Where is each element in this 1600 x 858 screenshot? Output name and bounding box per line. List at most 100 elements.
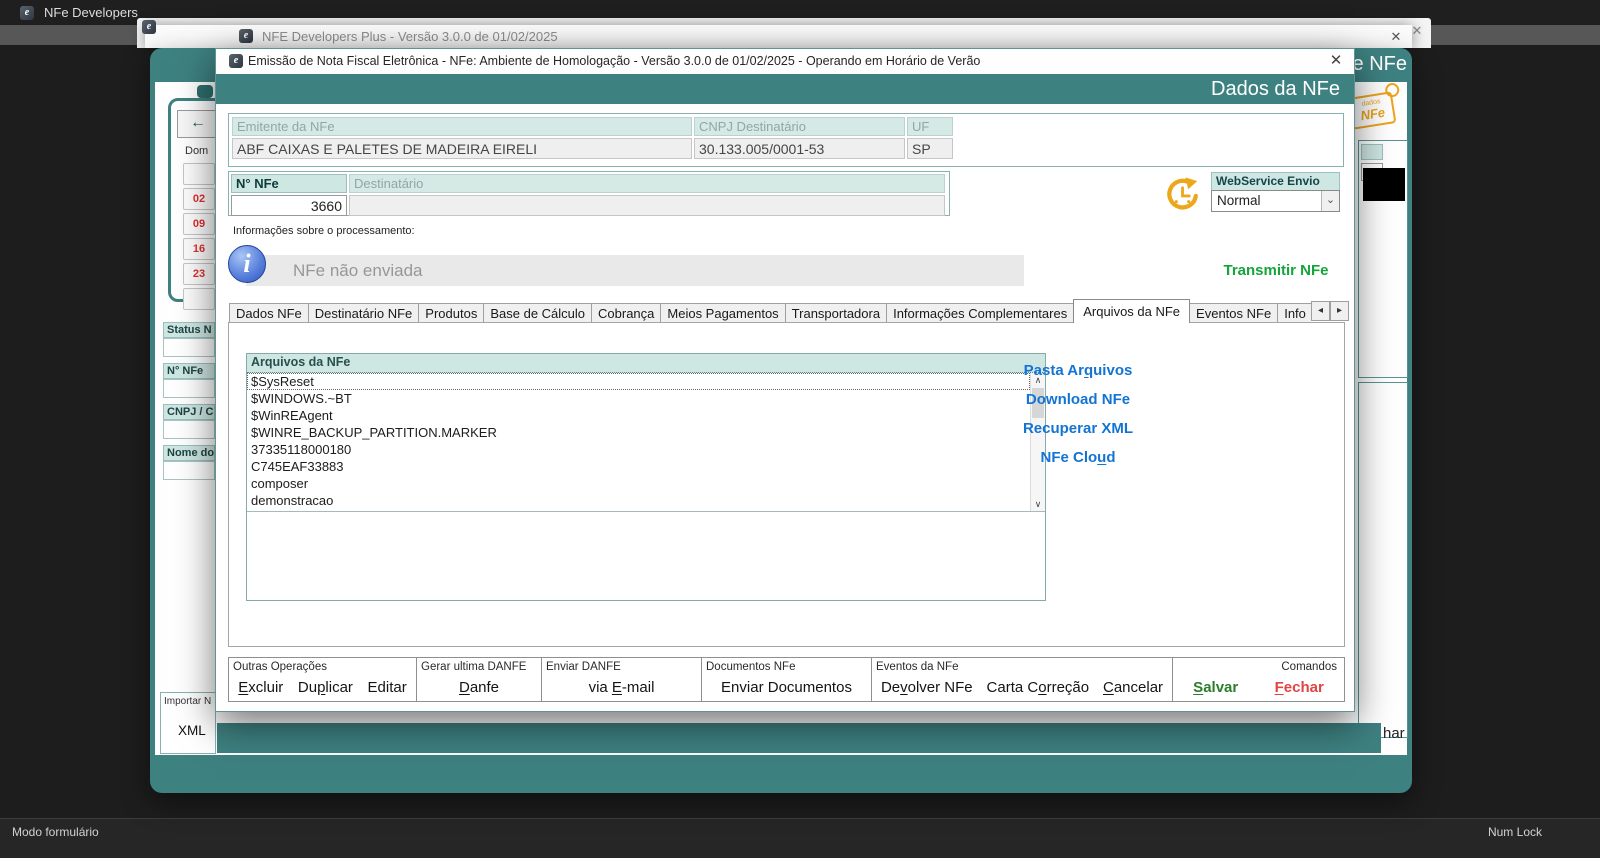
tab-strip: Dados NFe Destinatário NFe Produtos Base de… — [229, 299, 1311, 323]
calendar-day-02[interactable]: 02 — [183, 188, 215, 210]
field-label-nome: Nome do — [163, 445, 215, 461]
dialog-title: Emissão de Nota Fiscal Eletrônica - NFe:… — [248, 54, 981, 68]
file-list-item[interactable]: 37335118000180 — [247, 441, 1030, 458]
file-list-item[interactable]: demonstracao — [247, 492, 1030, 509]
file-list-item[interactable]: $WINDOWS.~BT — [247, 390, 1030, 407]
dialog-close-icon[interactable]: ✕ — [1328, 53, 1344, 69]
action-excluir[interactable]: Excluir — [238, 679, 283, 696]
action-group-gerar-danfe: Gerar ultima DANFE Danfe — [417, 658, 542, 701]
dialog-banner: Dados da NFe — [216, 74, 1354, 104]
transmit-nfe-link[interactable]: Transmitir NFe — [1216, 262, 1336, 279]
tab-arquivos-da-nfe[interactable]: Arquivos da NFe — [1073, 299, 1191, 323]
field-nome[interactable] — [163, 461, 215, 480]
action-devolver-nfe[interactable]: Devolver NFe — [881, 679, 973, 696]
action-group-documentos: Documentos NFe Enviar Documentos — [702, 658, 872, 701]
app-icon: e — [20, 5, 34, 20]
field-cnpj[interactable] — [163, 420, 215, 439]
nfe-logo: dados NFe — [1347, 82, 1403, 133]
background-teal-strip — [217, 723, 1381, 753]
uf-value: SP — [907, 138, 953, 159]
nfe-number-table: N° NFe Destinatário 3660 — [228, 171, 950, 216]
tab-dados-nfe[interactable]: Dados NFe — [229, 303, 309, 323]
action-fechar[interactable]: Fechar — [1275, 679, 1324, 696]
nfe-number-header: N° NFe — [231, 174, 347, 193]
cnpj-header: CNPJ Destinatário — [694, 117, 905, 136]
nfe-logo-tag: dados NFe — [1347, 91, 1397, 130]
file-list-item[interactable]: $WINRE_BACKUP_PARTITION.MARKER — [247, 424, 1030, 441]
calendar-day-23[interactable]: 23 — [183, 263, 215, 285]
scroll-down-icon[interactable]: ∨ — [1031, 497, 1045, 511]
tab-scroll-right[interactable]: ▸ — [1330, 301, 1349, 321]
calendar-day-09[interactable]: 09 — [183, 213, 215, 235]
action-duplicar[interactable]: Duplicar — [298, 679, 353, 696]
info-icon: i — [228, 245, 266, 283]
calendar-days: 02 09 16 23 — [183, 163, 215, 310]
nfe-number-input[interactable]: 3660 — [231, 195, 347, 216]
tab-base-de-c-lculo[interactable]: Base de Cálculo — [483, 303, 593, 323]
import-xml-group: Importar N XML — [160, 692, 216, 754]
barcode-block — [1363, 168, 1405, 201]
files-header: Arquivos da NFe — [247, 354, 1045, 373]
tab-info[interactable]: Info — [1277, 303, 1311, 323]
processing-caption: Informações sobre o processamento: — [233, 225, 415, 237]
xml-button[interactable]: XML — [178, 723, 206, 738]
calendar-day-empty[interactable] — [183, 163, 215, 185]
dialog-icon: e — [229, 54, 243, 68]
field-status[interactable] — [163, 338, 215, 357]
link-download-nfe[interactable]: Download NFe — [1008, 391, 1148, 409]
processing-status: NFe não enviada — [246, 255, 1024, 286]
action-editar[interactable]: Editar — [368, 679, 407, 696]
action-enviar-documentos[interactable]: Enviar Documentos — [721, 679, 852, 696]
field-label-nfe: N° NFe — [163, 363, 215, 379]
group-title: Comandos — [1281, 661, 1337, 673]
tab-produtos[interactable]: Produtos — [418, 303, 485, 323]
calendar-knob — [197, 85, 213, 98]
tab-informa-es-complementares[interactable]: Informações Complementares — [886, 303, 1075, 323]
calendar-day-16[interactable]: 16 — [183, 238, 215, 260]
chevron-down-icon[interactable]: ⌄ — [1321, 191, 1339, 211]
calendar-day-empty[interactable] — [183, 288, 215, 310]
uf-header: UF — [907, 117, 953, 136]
field-nfe[interactable] — [163, 379, 215, 398]
main-window-close-icon[interactable]: ✕ — [1388, 29, 1404, 45]
status-numlock: Num Lock — [1487, 825, 1542, 839]
file-list-item[interactable]: $SysReset — [247, 373, 1030, 390]
action-carta-corre-o[interactable]: Carta Correção — [987, 679, 1090, 696]
history-icon[interactable] — [1164, 175, 1202, 213]
tab-meios-pagamentos[interactable]: Meios Pagamentos — [660, 303, 786, 323]
webservice-group: WebService Envio Normal ⌄ — [1211, 172, 1340, 213]
calendar-back-button[interactable]: ← — [177, 110, 219, 138]
file-list-item[interactable]: $WinREAgent — [247, 407, 1030, 424]
action-via-e-mail[interactable]: via E-mail — [589, 679, 655, 696]
action-bar: Outras Operações Excluir Duplicar Editar G… — [228, 657, 1345, 702]
link-recuperar-xml[interactable]: Recuperar XML — [1008, 420, 1148, 438]
emitente-value: ABF CAIXAS E PALETES DE MADEIRA EIRELI — [232, 138, 692, 159]
main-window-title: NFE Developers Plus - Versão 3.0.0 de 01… — [262, 29, 558, 44]
main-window-icon: e — [239, 29, 253, 43]
action-danfe[interactable]: Danfe — [459, 679, 499, 696]
action-cancelar[interactable]: Cancelar — [1103, 679, 1163, 696]
link-nfe-cloud[interactable]: NFe Cloud — [1008, 449, 1148, 467]
webservice-label: WebService Envio — [1211, 172, 1340, 191]
action-salvar[interactable]: Salvar — [1193, 679, 1238, 696]
group-title: Outras Operações — [233, 661, 327, 673]
tab-cobran-a[interactable]: Cobrança — [591, 303, 662, 323]
os-window-title: NFe Developers — [44, 5, 138, 20]
tab-scroll-left[interactable]: ◂ — [1311, 301, 1330, 321]
cnpj-value: 30.133.005/0001-53 — [694, 138, 905, 159]
file-list-item[interactable]: composer — [247, 475, 1030, 492]
tab-eventos-nfe[interactable]: Eventos NFe — [1189, 303, 1279, 323]
dialog-titlebar: e Emissão de Nota Fiscal Eletrônica - NF… — [216, 49, 1354, 74]
webservice-select[interactable]: Normal ⌄ — [1211, 190, 1340, 212]
nfe-dialog: e Emissão de Nota Fiscal Eletrônica - NF… — [215, 48, 1355, 712]
tab-destinat-rio-nfe[interactable]: Destinatário NFe — [307, 303, 420, 323]
emitente-header: Emitente da NFe — [232, 117, 692, 136]
destinatario-input[interactable] — [349, 195, 945, 216]
file-list-item[interactable]: C745EAF33883 — [247, 458, 1030, 475]
tab-transportadora[interactable]: Transportadora — [784, 303, 888, 323]
link-pasta-arquivos[interactable]: Pasta Arquivos — [1008, 362, 1148, 380]
files-list[interactable]: $SysReset $WINDOWS.~BT $WinREAgent $WINRE_B… — [247, 373, 1045, 512]
main-window-banner-fragment: e NFe — [1352, 53, 1407, 75]
main-window-titlebar: e NFE Developers Plus - Versão 3.0.0 de … — [145, 25, 1412, 48]
action-group-comandos: Comandos Salvar Fechar — [1173, 658, 1344, 701]
